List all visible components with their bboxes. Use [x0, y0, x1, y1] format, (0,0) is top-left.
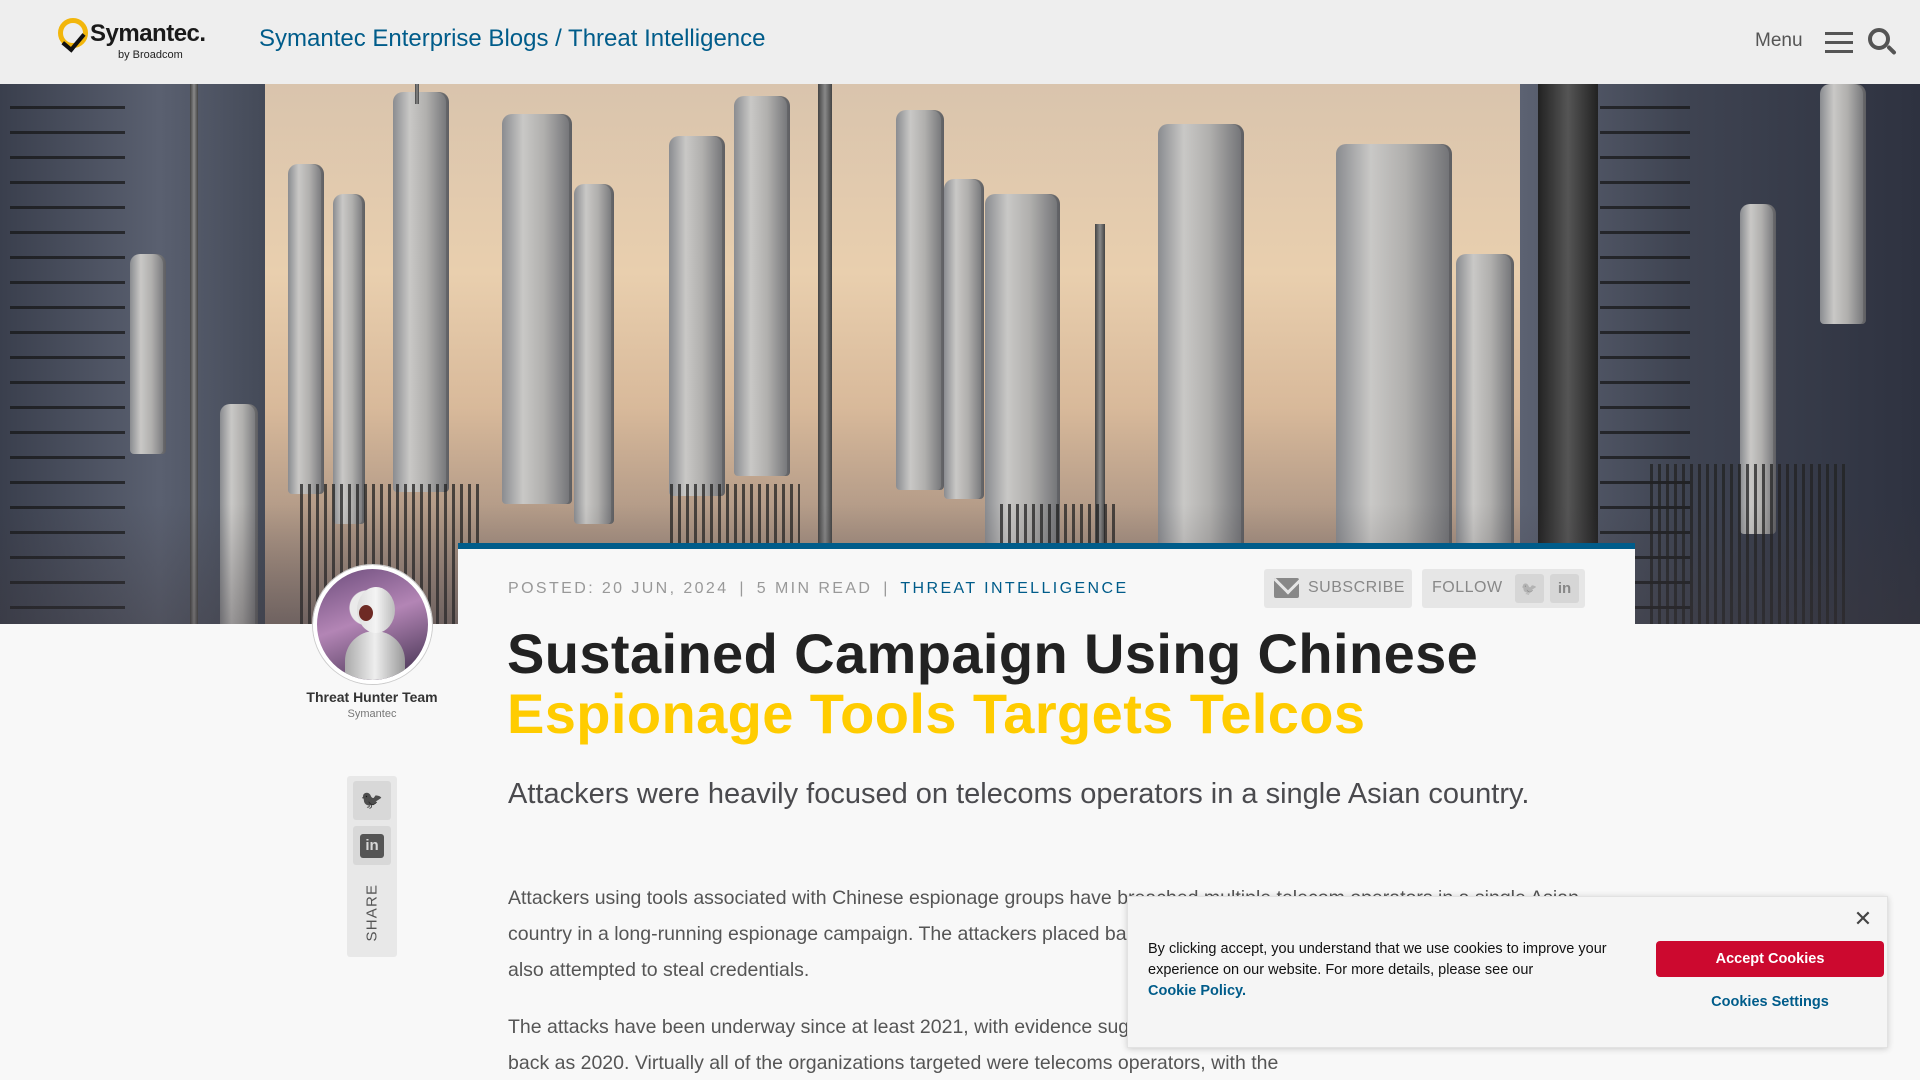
category-link[interactable]: THREAT INTELLIGENCE — [900, 580, 1128, 597]
logo-wordmark: Symantec. — [90, 20, 206, 47]
author-avatar[interactable] — [313, 565, 432, 684]
article-title: Sustained Campaign Using Chinese Espiona… — [507, 624, 1607, 744]
cookie-notice-body: By clicking accept, you understand that … — [1148, 941, 1607, 978]
accept-cookies-button[interactable]: Accept Cookies — [1656, 941, 1884, 977]
subscribe-button[interactable]: SUBSCRIBE — [1264, 569, 1412, 608]
share-linkedin-button[interactable]: in — [353, 826, 391, 865]
article-title-highlight: Espionage Tools Targets Telcos — [507, 682, 1366, 745]
cookies-settings-button[interactable]: Cookies Settings — [1656, 987, 1884, 1017]
symantec-logo[interactable]: Symantec. by Broadcom — [58, 14, 208, 66]
envelope-icon — [1274, 578, 1299, 598]
post-meta: POSTED: 20 JUN, 2024 | 5 MIN READ | THRE… — [508, 580, 1129, 598]
close-icon[interactable]: ✕ — [1851, 907, 1875, 931]
share-twitter-button[interactable]: 🐦 — [353, 781, 391, 820]
menu-button-label[interactable]: Menu — [1755, 30, 1803, 52]
share-label: SHARE — [363, 883, 381, 942]
subscribe-label: SUBSCRIBE — [1308, 579, 1405, 596]
article-title-line1: Sustained Campaign Using Chinese — [507, 622, 1479, 685]
article-subtitle: Attackers were heavily focused on teleco… — [508, 778, 1530, 810]
cookie-consent-banner: ✕ By clicking accept, you understand tha… — [1127, 896, 1888, 1048]
follow-twitter-button[interactable]: 🐦 — [1515, 574, 1544, 603]
site-header: Symantec. by Broadcom Symantec Enterpris… — [0, 0, 1920, 84]
search-icon[interactable] — [1868, 28, 1898, 58]
twitter-icon: 🐦 — [1521, 581, 1538, 596]
author-org: Symantec — [347, 708, 397, 720]
hamburger-menu-icon[interactable] — [1825, 32, 1853, 54]
follow-label: FOLLOW — [1432, 579, 1503, 596]
read-time: 5 MIN READ — [756, 580, 873, 597]
linkedin-icon: in — [1557, 580, 1572, 597]
logo-subtitle: by Broadcom — [118, 49, 183, 61]
checkmark-logo-icon — [58, 18, 88, 53]
cookie-notice-text: By clicking accept, you understand that … — [1148, 939, 1618, 1002]
twitter-icon: 🐦 — [360, 790, 384, 810]
follow-group: FOLLOW 🐦 in — [1422, 569, 1585, 608]
linkedin-icon: in — [360, 833, 384, 858]
author-name[interactable]: Threat Hunter Team — [300, 689, 444, 705]
cookie-policy-link[interactable]: Cookie Policy. — [1148, 981, 1618, 1002]
post-date: POSTED: 20 JUN, 2024 — [508, 580, 729, 597]
follow-linkedin-button[interactable]: in — [1550, 574, 1579, 603]
site-title-link[interactable]: Symantec Enterprise Blogs / Threat Intel… — [259, 25, 765, 53]
share-rail: 🐦 in SHARE — [347, 776, 397, 957]
meta-separator: | — [739, 580, 746, 597]
meta-separator: | — [883, 580, 890, 597]
